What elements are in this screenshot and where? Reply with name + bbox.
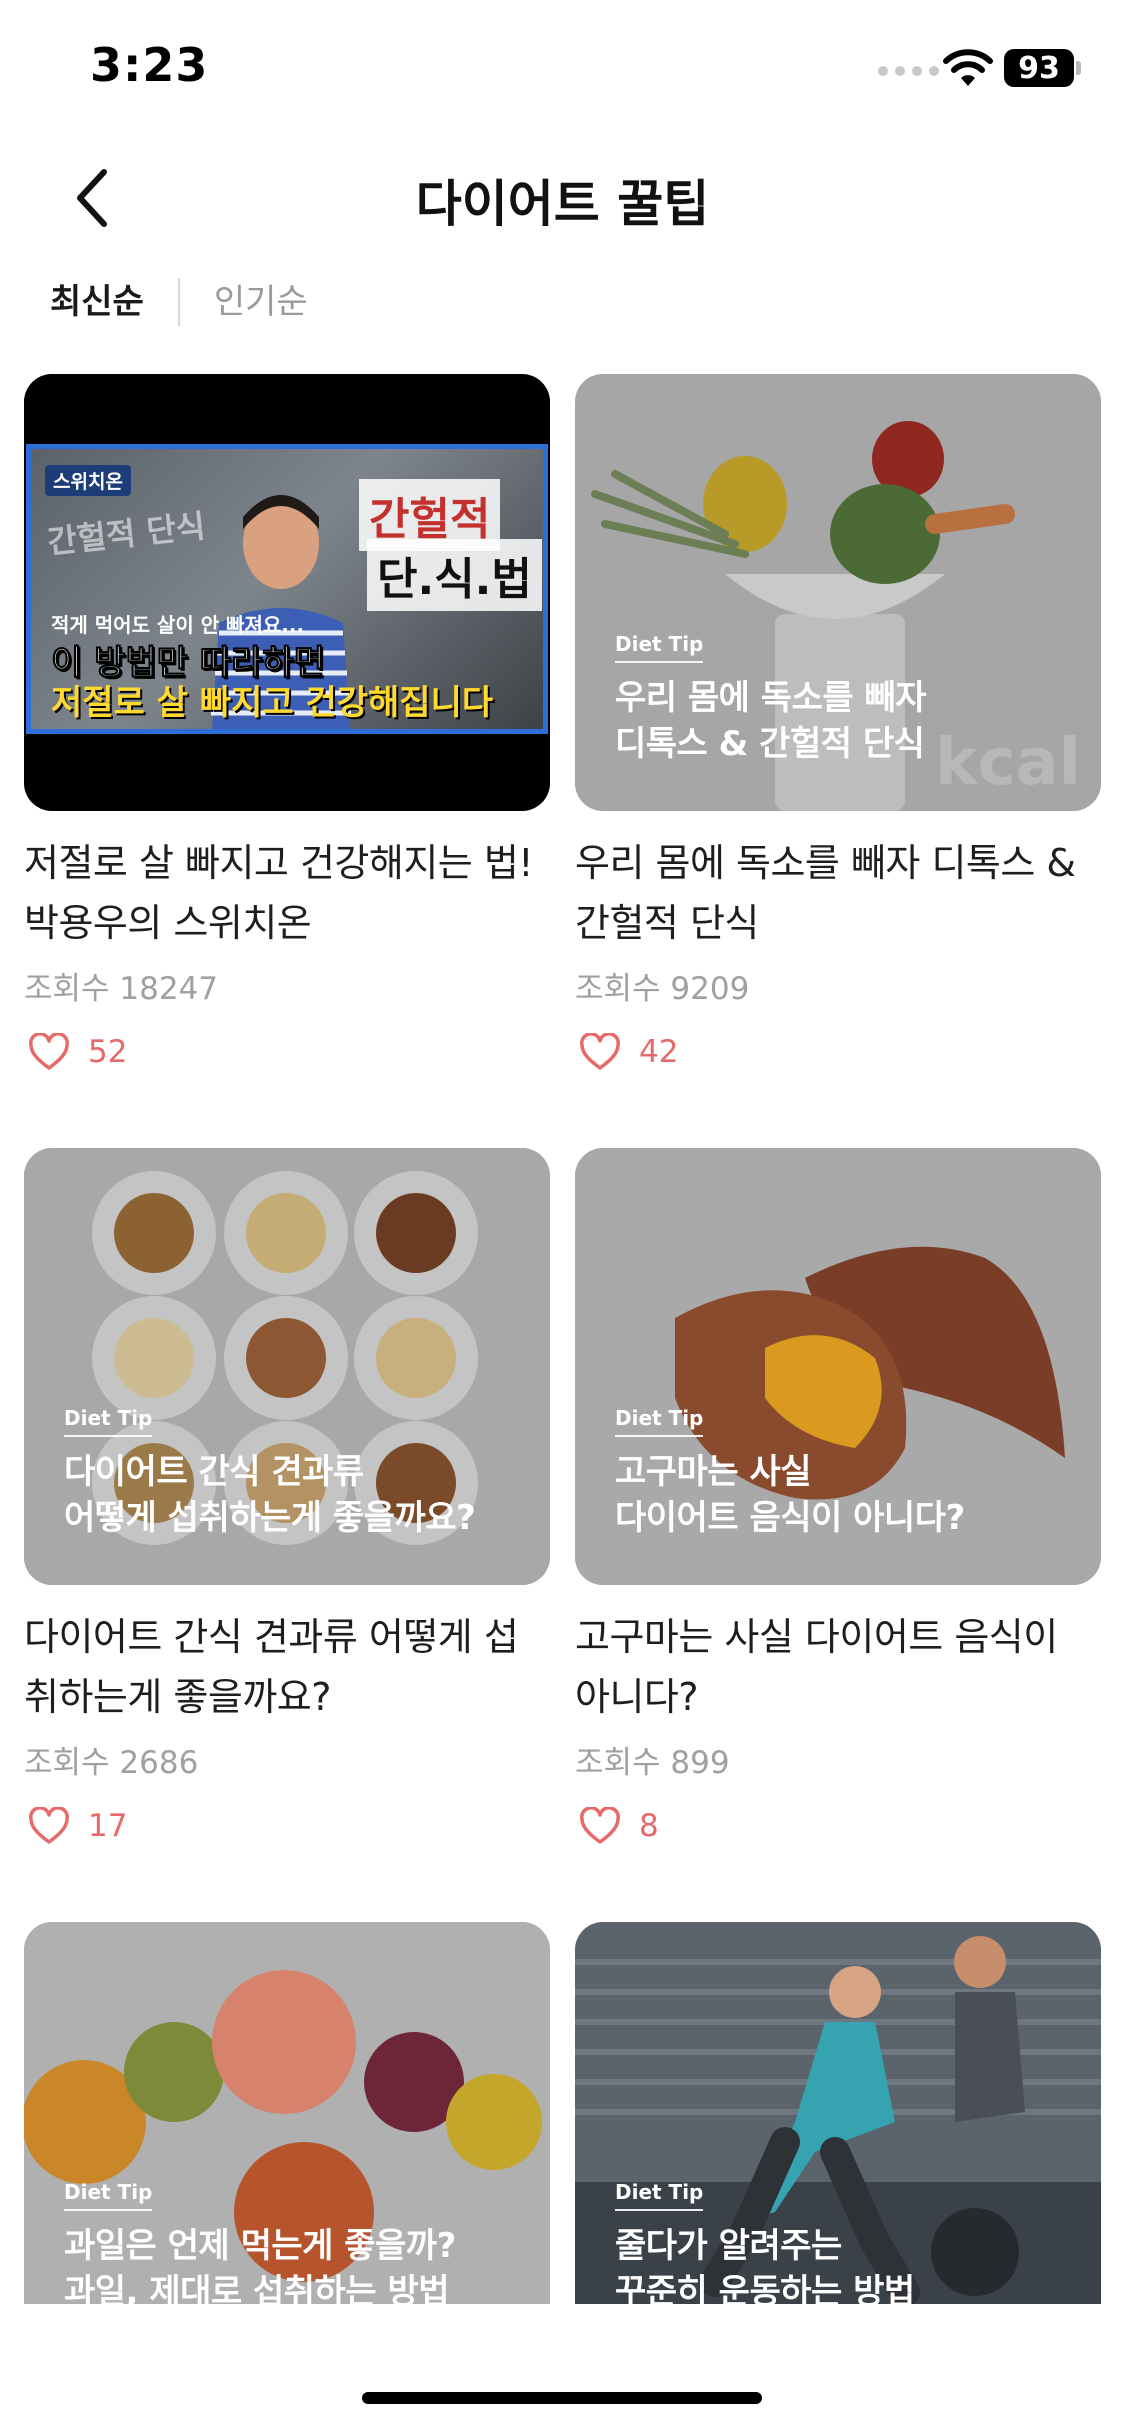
status-bar: 3:23 93: [0, 0, 1125, 140]
likes-count: 17: [88, 1808, 128, 1844]
card-thumbnail: Diet Tip 다이어트 간식 견과류 어떻게 섭취하는게 좋을까요?: [24, 1148, 550, 1585]
diet-tip-tag: Diet Tip: [615, 632, 704, 663]
screen: 3:23 93 다이어트 꿀팁 최신순 인기순 간헐적 단식 간헐적 단.식.법…: [0, 0, 1125, 2436]
like-row: 42: [575, 1030, 1101, 1074]
home-indicator[interactable]: [362, 2392, 762, 2404]
video-frame: 간헐적 단식 간헐적 단.식.법 스위치온 적게 먹어도 살이 안 빠져요...…: [26, 444, 548, 734]
card-title: 우리 몸에 독소를 빼자 디톡스 & 간헐적 단식: [575, 841, 1076, 945]
video-sign-text: 단.식.법: [367, 539, 542, 611]
heart-icon[interactable]: [28, 1033, 70, 1071]
tip-card[interactable]: Diet Tip 고구마는 사실 다이어트 음식이 아니다? 고구마는 사실 다…: [575, 1148, 1101, 1848]
likes-count: 8: [639, 1808, 659, 1844]
likes-count: 52: [88, 1034, 128, 1070]
heart-icon[interactable]: [579, 1807, 621, 1845]
video-bg-text: 간헐적 단식: [45, 506, 208, 562]
wifi-icon: [943, 49, 993, 86]
svg-text:kcal: kcal: [935, 726, 1081, 800]
status-time: 3:23: [90, 38, 209, 92]
card-title: 저절로 살 빠지고 건강해지는 법! 박용우의 스위치온: [24, 841, 534, 945]
battery-cap: [1076, 61, 1081, 75]
tip-card[interactable]: kcal Diet Tip 우리 몸에 독소를 빼자 디톡스 & 간헐적 단식 …: [575, 374, 1101, 1074]
card-thumbnail: Diet Tip 과일은 언제 먹는게 좋을까? 과일, 제대로 섭취하는 방법: [24, 1922, 550, 2359]
sort-tab-popular[interactable]: 인기순: [214, 272, 308, 332]
thumbnail-overlay-line: 우리 몸에 독소를 빼자: [615, 678, 927, 718]
like-row: 52: [24, 1030, 550, 1074]
thumbnail-overlay-line: 다이어트 간식 견과류: [64, 1452, 364, 1492]
like-row: 17: [24, 1804, 550, 1848]
page-title: 다이어트 꿀팁: [415, 175, 710, 233]
bottom-safe-area: [0, 2304, 1125, 2436]
card-thumbnail: Diet Tip 줄다가 알려주는 꾸준히 운동하는 방법: [575, 1922, 1101, 2359]
card-thumbnail: Diet Tip 고구마는 사실 다이어트 음식이 아니다?: [575, 1148, 1101, 1585]
tip-card[interactable]: Diet Tip 과일은 언제 먹는게 좋을까? 과일, 제대로 섭취하는 방법: [24, 1922, 550, 2359]
navigation-bar: 다이어트 꿀팁: [0, 140, 1125, 250]
sort-divider: [177, 278, 180, 326]
tip-card[interactable]: 간헐적 단식 간헐적 단.식.법 스위치온 적게 먹어도 살이 안 빠져요...…: [24, 374, 550, 1074]
heart-icon[interactable]: [28, 1807, 70, 1845]
diet-tip-tag: Diet Tip: [64, 2180, 153, 2211]
diet-tip-tag: Diet Tip: [615, 2180, 704, 2211]
diet-tip-tag: Diet Tip: [64, 1406, 153, 1437]
card-title: 고구마는 사실 다이어트 음식이 아니다?: [575, 1615, 1058, 1719]
cellular-signal-icon: [878, 66, 939, 76]
thumbnail-overlay-line: 디톡스 & 간헐적 단식: [615, 724, 925, 764]
thumbnail-overlay-line: 줄다가 알려주는: [615, 2226, 842, 2266]
battery-indicator: 93: [1004, 49, 1074, 87]
video-caption-small: 적게 먹어도 살이 안 빠져요...: [51, 613, 305, 637]
thumbnail-overlay-line: 고구마는 사실: [615, 1452, 812, 1492]
heart-icon[interactable]: [579, 1033, 621, 1071]
tip-card[interactable]: Diet Tip 다이어트 간식 견과류 어떻게 섭취하는게 좋을까요? 다이어…: [24, 1148, 550, 1848]
card-views: 조회수 899: [575, 1745, 730, 1781]
card-views: 조회수 2686: [24, 1745, 199, 1781]
sort-tab-latest[interactable]: 최신순: [50, 272, 144, 332]
likes-count: 42: [639, 1034, 679, 1070]
card-views: 조회수 9209: [575, 971, 750, 1007]
card-thumbnail: 간헐적 단식 간헐적 단.식.법 스위치온 적게 먹어도 살이 안 빠져요...…: [24, 374, 550, 811]
video-brand-logo: 스위치온: [45, 465, 131, 496]
sort-tabs: 최신순 인기순: [50, 272, 308, 332]
card-views: 조회수 18247: [24, 971, 219, 1007]
thumbnail-overlay-line: 과일은 언제 먹는게 좋을까?: [64, 2226, 456, 2266]
card-thumbnail: kcal Diet Tip 우리 몸에 독소를 빼자 디톡스 & 간헐적 단식: [575, 374, 1101, 811]
card-title: 다이어트 간식 견과류 어떻게 섭취하는게 좋을까요?: [24, 1615, 519, 1719]
video-caption-line2: 저절로 살 빠지고 건강해집니다: [51, 683, 494, 723]
thumbnail-overlay-line: 어떻게 섭취하는게 좋을까요?: [64, 1498, 476, 1538]
thumbnail-overlay-line: 다이어트 음식이 아니다?: [615, 1498, 965, 1538]
like-row: 8: [575, 1804, 1101, 1848]
diet-tip-tag: Diet Tip: [615, 1406, 704, 1437]
tip-card[interactable]: Diet Tip 줄다가 알려주는 꾸준히 운동하는 방법: [575, 1922, 1101, 2359]
